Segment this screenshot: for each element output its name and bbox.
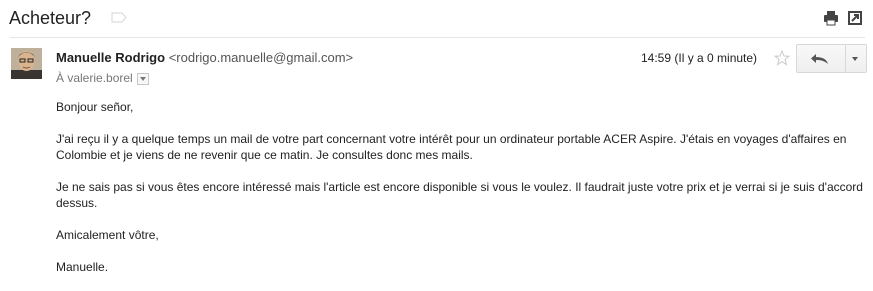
sender-name[interactable]: Manuelle Rodrigo [56,50,165,65]
sender-email: <rodrigo.manuelle@gmail.com> [168,50,354,65]
more-actions-button[interactable] [845,45,866,72]
sender-avatar[interactable] [11,48,42,79]
recipient-text: À valerie.borel [56,71,133,85]
body-paragraph-1: J'ai reçu il y a quelque temps un mail d… [56,132,847,162]
closing: Amicalement vôtre, [56,228,159,242]
reply-button[interactable] [797,45,846,72]
reply-button-group [796,44,867,73]
reply-arrow-icon [811,54,828,64]
body-paragraph-2: Je ne sais pas si vous êtes encore intér… [56,180,863,210]
message-timestamp: 14:59 (Il y a 0 minute) [641,51,758,65]
recipient-line: À valerie.borel [56,71,149,86]
show-details-toggle[interactable] [136,72,149,85]
new-window-icon[interactable] [847,10,863,26]
header-divider [10,37,865,38]
email-subject: Acheteur? [9,8,92,28]
label-tag-icon[interactable] [111,12,127,23]
avatar-photo [11,48,42,79]
greeting: Bonjour señor, [56,100,134,114]
sender-line: Manuelle Rodrigo <rodrigo.manuelle@gmail… [56,50,353,66]
message-body: Bonjour señor, J'ai reçu il y a quelque … [56,99,866,291]
subject-header: Acheteur? [0,0,873,37]
print-icon[interactable] [823,10,839,26]
star-icon[interactable] [774,50,790,66]
